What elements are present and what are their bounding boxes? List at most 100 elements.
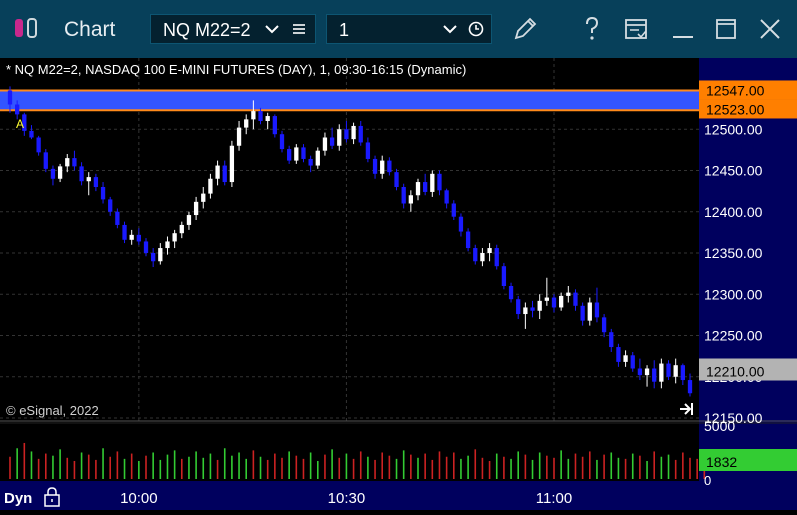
watermark: © eSignal, 2022	[6, 403, 99, 418]
candle-body	[666, 363, 671, 377]
chevron-down-icon[interactable]	[264, 22, 280, 36]
candle-body	[115, 211, 120, 225]
price-tick-label: 12250.00	[704, 328, 763, 344]
candle-body	[301, 147, 306, 159]
candle-body	[265, 116, 270, 121]
candle-body	[587, 302, 592, 321]
candle-body	[680, 365, 685, 381]
candle-body	[36, 137, 41, 153]
candle-body	[344, 129, 349, 140]
time-tick-label: 10:30	[328, 490, 366, 507]
candle-body	[108, 199, 113, 212]
minimize-icon[interactable]	[668, 14, 698, 44]
marker-label[interactable]: A	[16, 117, 24, 131]
candle-body	[244, 119, 249, 128]
candle-body	[351, 125, 356, 140]
candle-body	[523, 307, 528, 315]
candle-body	[516, 299, 521, 315]
time-tick-label: 11:00	[536, 490, 572, 507]
band-fill	[0, 90, 699, 111]
candle-body	[7, 90, 13, 105]
candle-body	[136, 234, 141, 242]
candle-body	[358, 125, 363, 143]
candle-body	[365, 142, 371, 159]
candle-body	[387, 160, 392, 173]
candle-body	[652, 368, 657, 382]
interval-selector[interactable]: 1	[326, 14, 492, 44]
dynamic-mode-label[interactable]: Dyn	[4, 490, 32, 507]
candle-body	[537, 300, 542, 311]
price-tick-label: 12350.00	[704, 245, 763, 261]
interval-value: 1	[339, 20, 350, 40]
candle-body	[251, 111, 256, 120]
candle-body	[258, 111, 263, 121]
candle-body	[315, 150, 320, 166]
volume-max-label: 5000	[704, 418, 735, 434]
pencil-icon[interactable]	[510, 14, 540, 44]
candle-body	[644, 368, 650, 376]
candle-body	[287, 149, 292, 161]
price-tick-label: 12450.00	[704, 163, 763, 179]
candle-body	[473, 248, 478, 262]
candle-body	[172, 233, 177, 242]
candle-body	[480, 253, 485, 262]
candle-body	[329, 137, 335, 146]
symbol-value: NQ M22=2	[163, 20, 251, 40]
candle-body	[559, 295, 564, 308]
candle-body	[100, 187, 106, 200]
symbol-selector[interactable]: NQ M22=2	[150, 14, 316, 44]
candle-body	[308, 158, 313, 166]
candle-body	[458, 216, 464, 232]
candle-body	[158, 248, 163, 262]
maximize-icon[interactable]	[711, 14, 741, 44]
price-tick-label: 12500.00	[704, 121, 763, 137]
chevron-down-icon[interactable]	[442, 22, 458, 36]
volume-last-tag: 1832	[706, 454, 737, 470]
price-tick-label: 12400.00	[704, 204, 763, 220]
candle-body	[401, 187, 406, 204]
candle-body	[229, 145, 235, 183]
candle-body	[65, 158, 70, 167]
candle-body	[272, 116, 277, 135]
candle-body	[29, 130, 34, 138]
candle-body	[444, 190, 449, 204]
candle-body	[122, 224, 127, 240]
candle-body	[337, 129, 342, 146]
price-chart[interactable]: 12500.00 12450.00 12400.00 12350.00 12300.00…	[0, 58, 797, 510]
band-low-tag: 12523.00	[706, 101, 765, 117]
candle-body	[501, 266, 507, 286]
candle-body	[186, 215, 192, 225]
price-band	[0, 89, 699, 112]
candle-body	[201, 193, 206, 202]
candle-body	[566, 292, 571, 296]
candle-body	[372, 158, 378, 174]
candle-body	[72, 158, 77, 167]
candle-body	[143, 241, 149, 253]
candle-body	[15, 104, 20, 115]
window-title: Chart	[64, 18, 116, 41]
time-tick-label: 10:00	[120, 490, 158, 507]
candle-body	[430, 173, 435, 192]
candle-body	[93, 177, 99, 187]
plot-background	[0, 58, 699, 510]
candle-body	[465, 231, 471, 249]
candle-body	[687, 380, 693, 394]
band-high-tag: 12547.00	[706, 82, 765, 98]
candle-body	[179, 224, 184, 234]
candle-body	[129, 234, 134, 240]
candle-body	[630, 355, 635, 369]
candle-body	[423, 182, 428, 192]
chart-header: * NQ M22=2, NASDAQ 100 E-MINI FUTURES (D…	[6, 62, 466, 77]
volume-min-label: 0	[704, 473, 711, 488]
candle-body	[236, 127, 242, 146]
clock-icon[interactable]	[468, 21, 484, 37]
close-icon[interactable]	[755, 14, 785, 44]
candle-body	[57, 166, 63, 179]
chart-area[interactable]: 12500.00 12450.00 12400.00 12350.00 12300.00…	[0, 58, 797, 510]
help-icon[interactable]	[577, 14, 607, 44]
candle-body	[50, 168, 56, 179]
candle-body	[408, 195, 413, 204]
menu-icon[interactable]	[292, 22, 306, 36]
candle-body	[43, 152, 48, 169]
template-icon[interactable]	[621, 14, 651, 44]
